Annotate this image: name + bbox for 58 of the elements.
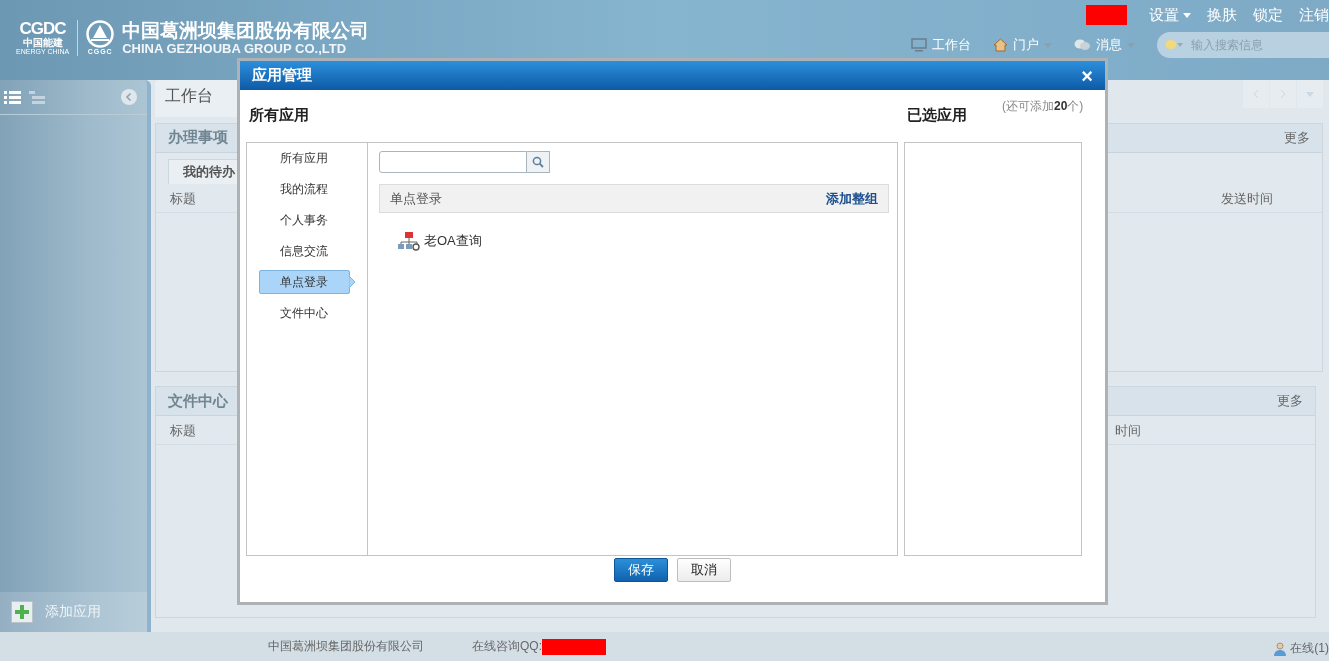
- footer-consult: 在线咨询QQ:: [472, 638, 542, 655]
- more-link[interactable]: 更多: [1284, 128, 1310, 147]
- column-header: 时间: [1115, 422, 1141, 441]
- pointer-icon: [349, 276, 356, 288]
- online-count: 在线(1): [1290, 640, 1329, 657]
- caret-icon: [1183, 12, 1191, 18]
- network-icon: [397, 231, 421, 251]
- caret-icon: [1306, 91, 1314, 97]
- header-link[interactable]: 锁定: [1253, 5, 1283, 25]
- monitor-icon: [911, 38, 927, 52]
- category-item[interactable]: 信息交流: [259, 239, 350, 263]
- group-title: 单点登录: [390, 189, 442, 208]
- chevron-right-icon: [1280, 89, 1286, 99]
- scroll-left-button[interactable]: [1243, 80, 1269, 108]
- emblem-icon: [86, 20, 115, 48]
- caret-icon: [1044, 42, 1052, 48]
- app-item[interactable]: 老OA查询: [397, 231, 482, 251]
- category-item[interactable]: 文件中心: [259, 301, 350, 325]
- section-title: 所有应用: [249, 106, 310, 125]
- caret-icon: [1127, 42, 1135, 48]
- close-button[interactable]: ×: [1081, 65, 1093, 86]
- home-icon: [993, 38, 1008, 52]
- more-link[interactable]: 更多: [1277, 392, 1303, 411]
- company-name-english: CHINA GEZHOUBA GROUP CO.,LTD: [122, 42, 348, 56]
- column-header: 标题: [170, 422, 196, 441]
- panel-title: 文件中心: [168, 391, 228, 411]
- logo-subtitle: 中国能建: [22, 37, 63, 48]
- tree-view-icon[interactable]: [29, 89, 45, 105]
- category-item[interactable]: 个人事务: [259, 208, 350, 232]
- list-view-icon[interactable]: [4, 89, 21, 105]
- search-icon: [532, 156, 544, 168]
- category-item[interactable]: 我的流程: [259, 177, 350, 201]
- add-icon[interactable]: [11, 601, 33, 623]
- chevron-left-icon: [1253, 89, 1259, 99]
- logo-mark: CGDC: [19, 20, 66, 37]
- user-icon: [1273, 641, 1288, 656]
- save-button[interactable]: 保存: [614, 558, 668, 582]
- column-header: 发送时间: [1221, 189, 1273, 208]
- remaining-count: (还可添加20个): [1002, 98, 1084, 115]
- header-link[interactable]: 注销: [1299, 5, 1329, 25]
- collapse-icon[interactable]: [121, 89, 137, 105]
- chat-icon: [1165, 39, 1185, 51]
- category-item[interactable]: 所有应用: [259, 146, 350, 170]
- redaction-block: [1086, 5, 1127, 25]
- dialog-title: 应用管理: [252, 66, 312, 85]
- company-name: 中国葛洲坝集团股份有限公司: [122, 20, 370, 42]
- chat-icon: [1074, 38, 1091, 52]
- scroll-right-button[interactable]: [1270, 80, 1296, 108]
- section-title: 已选应用: [907, 106, 967, 125]
- redaction-block: [542, 638, 606, 655]
- panel-title: 办理事项: [168, 128, 228, 148]
- app-search-field[interactable]: [379, 151, 527, 173]
- menu-button[interactable]: [1297, 80, 1323, 108]
- column-header: 标题: [170, 189, 196, 208]
- add-group-link[interactable]: 添加整组: [826, 189, 878, 208]
- footer-company: 中国葛洲坝集团股份有限公司: [268, 638, 424, 655]
- cancel-button[interactable]: 取消: [677, 558, 731, 582]
- search-button[interactable]: [527, 151, 550, 173]
